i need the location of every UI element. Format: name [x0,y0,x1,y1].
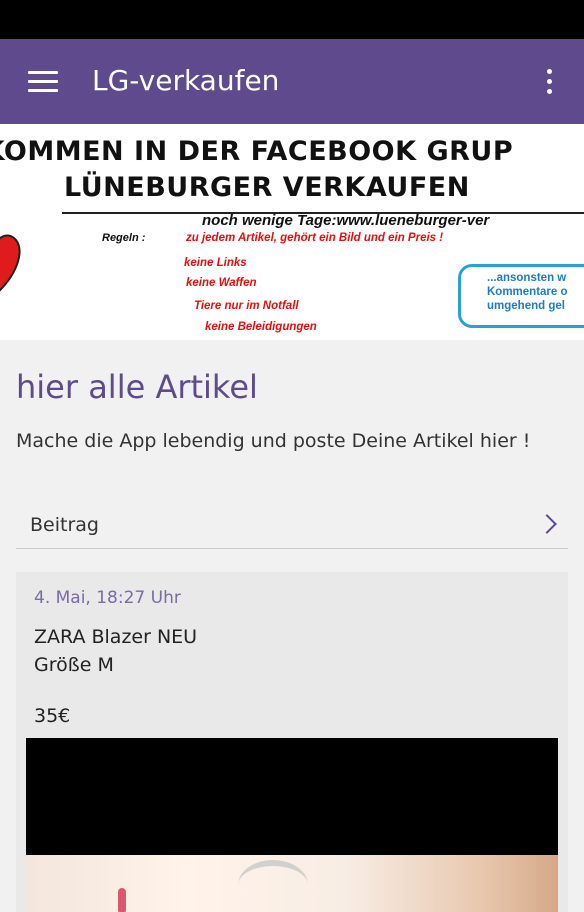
heart-icon [0,234,21,292]
section-title: hier alle Artikel [16,368,258,406]
banner-line3: noch wenige Tage:www.lueneburger-ver [202,212,490,229]
section-description: Mache die App lebendig und poste Deine A… [16,430,531,452]
app-bar: LG-verkaufen [0,39,584,124]
banner-line2: LÜNEBURGER VERKAUFEN [64,172,470,203]
banner-rule: Tiere nur im Notfall [194,300,299,312]
post-image[interactable] [26,738,558,912]
chevron-right-icon [537,514,557,534]
hamburger-menu-icon[interactable] [28,69,58,93]
post-card[interactable]: 4. Mai, 18:27 Uhr ZARA Blazer NEU Größe … [16,572,568,912]
hanger-shape [238,860,308,910]
banner-box-line: Kommentare o [487,286,568,298]
banner-line1: LKOMMEN IN DER FACEBOOK GRUP [0,136,514,167]
banner-rule: keine Waffen [186,277,257,289]
post-title: ZARA Blazer NEU Größe M [34,626,198,676]
app-title: LG-verkaufen [92,64,280,97]
beitrag-label: Beitrag [30,514,99,536]
status-bar [0,0,584,39]
banner-box-line: ...ansonsten w [487,272,567,284]
photo-detail [118,888,126,912]
post-price: 35€ [34,705,71,727]
banner-regeln-label: Regeln : [102,232,146,244]
beitrag-button[interactable]: Beitrag [16,502,568,549]
banner-rule: zu jedem Artikel, gehört ein Bild und ei… [186,232,444,244]
banner-notice-box: ...ansonsten w Kommentare o umgehend gel [458,264,584,328]
banner-rule: keine Links [184,257,247,269]
banner-box-line: umgehend gel [487,300,565,312]
header-banner-image: LKOMMEN IN DER FACEBOOK GRUP LÜNEBURGER … [0,124,584,340]
post-date: 4. Mai, 18:27 Uhr [34,588,181,608]
banner-rule: keine Beleidigungen [205,321,317,333]
more-vert-icon[interactable] [538,67,562,97]
